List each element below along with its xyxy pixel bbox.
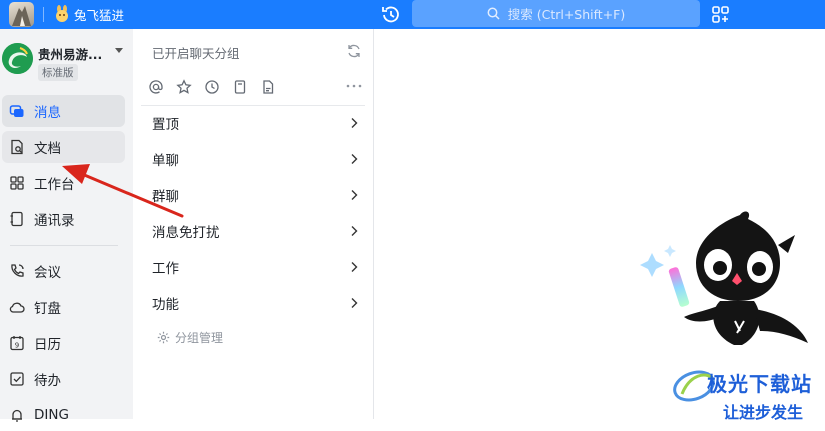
workbench-grid-icon <box>10 176 24 190</box>
group-label: 单聊 <box>152 153 179 169</box>
document-icon <box>11 139 23 155</box>
org-switcher[interactable]: 贵州易游... 标准版 <box>0 29 133 89</box>
contacts-icon <box>10 211 23 227</box>
watermark-slogan: 让进步发生 <box>723 403 804 422</box>
chevron-right-icon <box>351 226 358 236</box>
nav-label: DING <box>34 407 69 423</box>
org-name: 贵州易游... <box>38 47 103 62</box>
nav-item-todo[interactable]: 待办 <box>2 363 125 395</box>
group-manage-button[interactable]: 分组管理 <box>157 329 223 346</box>
todo-check-icon <box>10 372 24 386</box>
top-bar: 兔飞猛进 搜索 (Ctrl+Shift+F) <box>0 0 825 29</box>
nav-label: 待办 <box>34 373 61 389</box>
chevron-right-icon <box>351 190 358 200</box>
group-row-pinned[interactable]: 置顶 <box>141 106 365 140</box>
user-name: 兔飞猛进 <box>74 7 125 23</box>
filter-bar <box>148 79 288 97</box>
svg-text:9: 9 <box>15 342 19 350</box>
search-input[interactable]: 搜索 (Ctrl+Shift+F) <box>412 0 700 27</box>
nav-label: 工作台 <box>34 177 75 193</box>
nav-label: 消息 <box>34 105 61 121</box>
group-label: 工作 <box>152 261 179 277</box>
group-label: 群聊 <box>152 189 179 205</box>
star-icon[interactable] <box>176 79 192 95</box>
group-label: 置顶 <box>152 117 179 133</box>
chevron-right-icon <box>351 154 358 164</box>
nav-item-workbench[interactable]: 工作台 <box>2 167 125 199</box>
panel-title: 已开启聊天分组 <box>152 46 240 61</box>
message-icon <box>9 105 24 117</box>
org-logo <box>2 43 33 74</box>
group-label: 功能 <box>152 297 179 313</box>
nav-item-messages[interactable]: 消息 <box>2 95 125 127</box>
app-avatar[interactable] <box>9 2 34 27</box>
gear-icon <box>157 331 170 344</box>
group-manage-label: 分组管理 <box>175 331 224 345</box>
nav-divider <box>10 245 118 246</box>
ding-bell-icon <box>12 409 22 422</box>
caret-down-icon[interactable] <box>115 48 123 53</box>
refresh-icon[interactable] <box>346 43 362 59</box>
search-placeholder: 搜索 (Ctrl+Shift+F) <box>507 7 626 22</box>
more-dots-icon[interactable] <box>345 78 363 94</box>
search-icon <box>487 7 500 20</box>
left-navigation: 贵州易游... 标准版 消息 文档 工作台 通讯录 会议 钉盘 9 日历 待办 … <box>0 29 133 423</box>
nav-item-drive[interactable]: 钉盘 <box>2 291 125 323</box>
clock-icon[interactable] <box>204 79 220 95</box>
nav-label: 会议 <box>34 265 61 281</box>
mascot-illustration <box>640 211 808 345</box>
group-row-work[interactable]: 工作 <box>141 250 365 284</box>
nav-label: 日历 <box>34 337 61 353</box>
nav-item-meeting[interactable]: 会议 <box>2 255 125 287</box>
cloud-drive-icon <box>9 302 25 313</box>
nav-item-ding[interactable]: DING <box>2 399 125 431</box>
group-row-single-chat[interactable]: 单聊 <box>141 142 365 176</box>
chevron-right-icon <box>351 298 358 308</box>
calendar-icon: 9 <box>10 336 24 351</box>
edition-badge: 标准版 <box>38 64 78 81</box>
nav-item-docs[interactable]: 文档 <box>2 131 125 163</box>
chat-group-panel: 已开启聊天分组 置顶 单聊 群聊 消息免打扰 工作 功能 分组管理 <box>133 29 374 419</box>
user-chip[interactable]: 兔飞猛进 <box>53 3 124 25</box>
group-row-function[interactable]: 功能 <box>141 286 365 320</box>
chevron-right-icon <box>351 118 358 128</box>
nav-label: 钉盘 <box>34 301 61 317</box>
bookmark-icon[interactable] <box>232 79 248 95</box>
phone-meeting-icon <box>11 264 24 277</box>
chevron-right-icon <box>351 262 358 272</box>
nav-label: 文档 <box>34 141 61 157</box>
nav-label: 通讯录 <box>34 213 75 229</box>
top-divider <box>43 7 44 22</box>
apps-grid-icon[interactable] <box>709 3 732 26</box>
group-row-muted[interactable]: 消息免打扰 <box>141 214 365 248</box>
group-label: 消息免打扰 <box>152 225 220 241</box>
group-row-group-chat[interactable]: 群聊 <box>141 178 365 212</box>
watermark-title: 极光下载站 <box>707 372 812 396</box>
nav-item-contacts[interactable]: 通讯录 <box>2 203 125 235</box>
nav-item-calendar[interactable]: 9 日历 <box>2 327 125 359</box>
history-icon[interactable] <box>379 3 402 26</box>
at-mention-icon[interactable] <box>148 79 164 95</box>
rabbit-avatar-icon <box>56 5 68 22</box>
file-icon[interactable] <box>260 79 276 95</box>
